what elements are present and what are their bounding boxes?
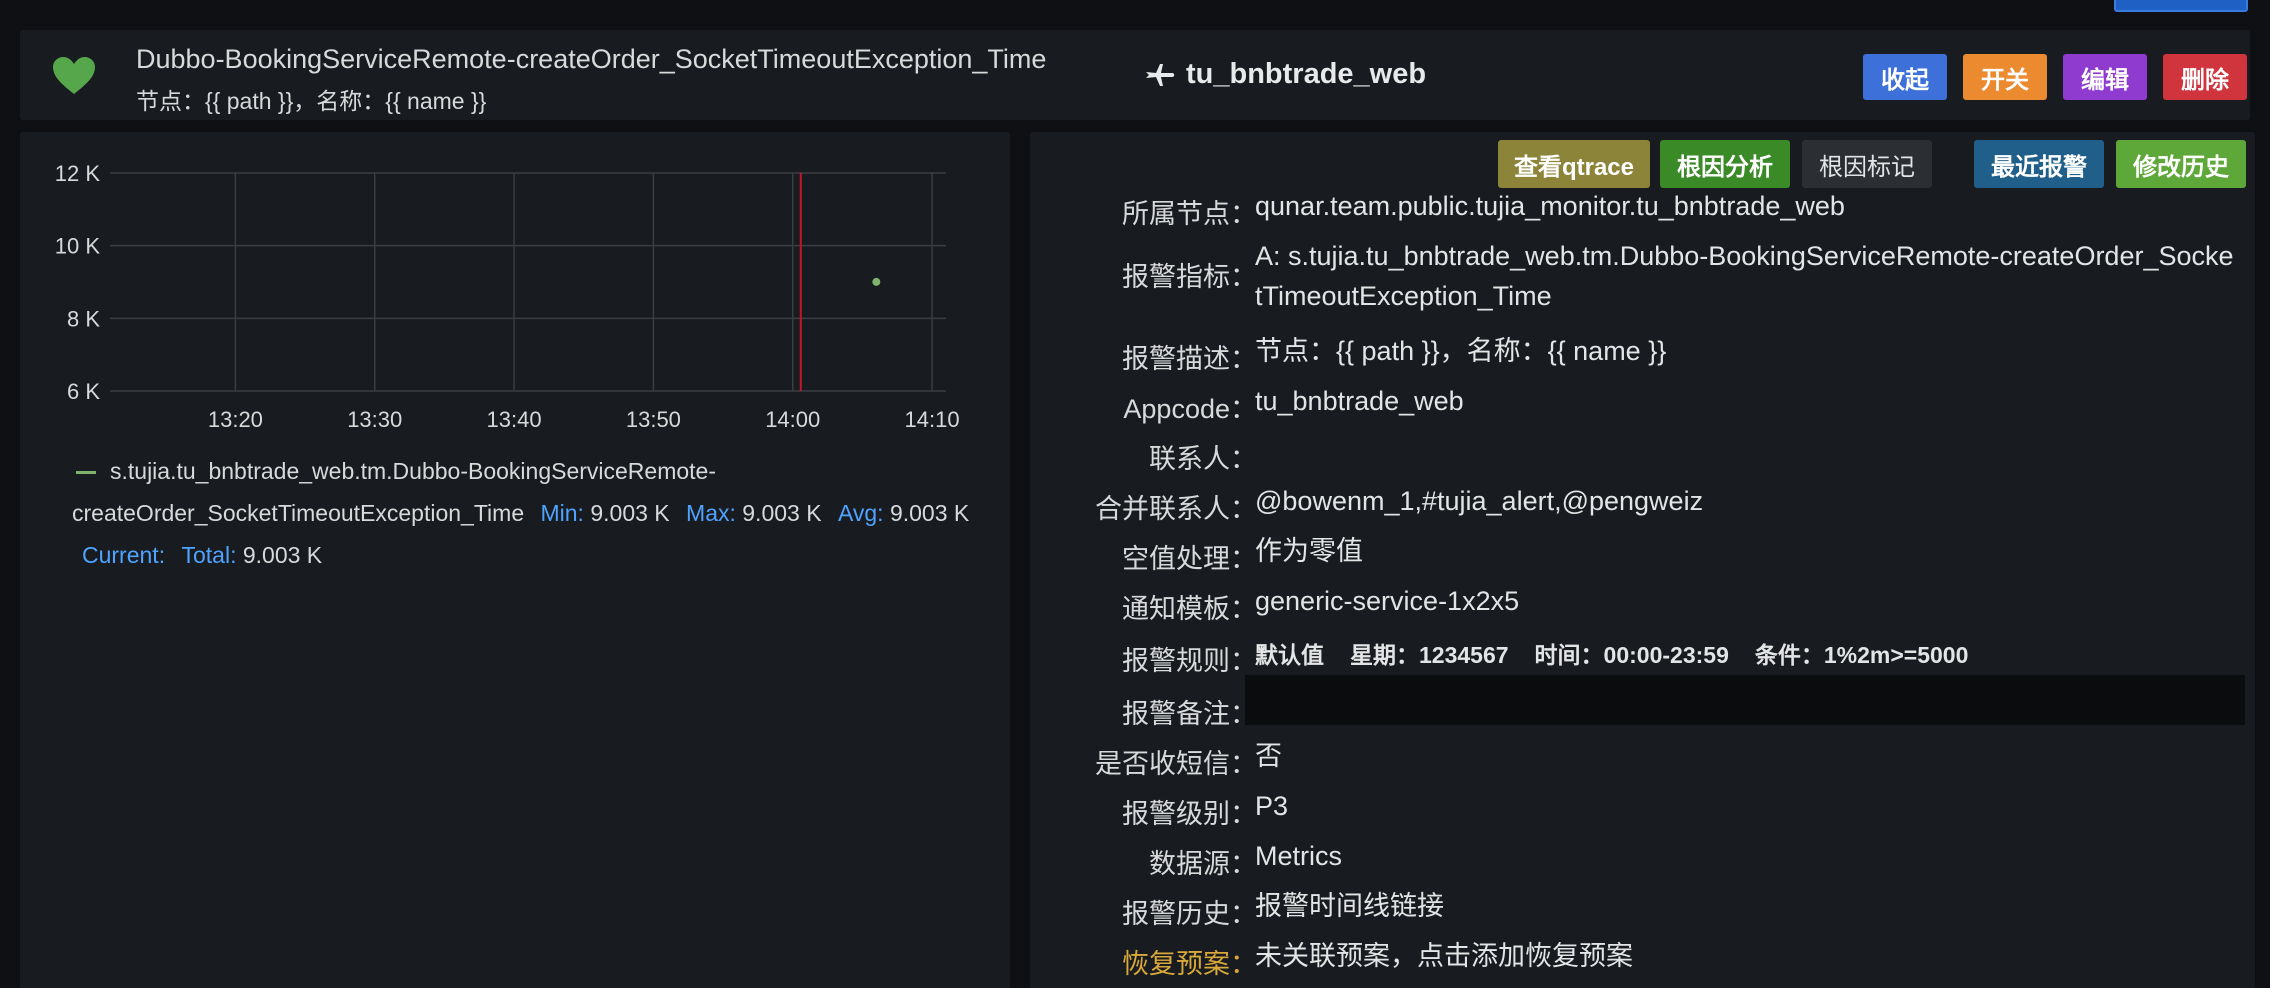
node-label: 所属节点：: [1122, 199, 1257, 229]
x-tick-label: 13:30: [347, 407, 402, 432]
recovery-link[interactable]: 未关联预案，点击添加恢复预案: [1255, 936, 1633, 976]
y-tick-label: 6 K: [67, 379, 100, 404]
root-mark-button[interactable]: 根因标记: [1802, 140, 1932, 188]
alert-title: Dubbo-BookingServiceRemote-createOrder_S…: [136, 44, 1047, 74]
detail-panel: 查看qtrace 根因分析 根因标记 最近报警 修改历史 所属节点： qunar…: [1030, 132, 2255, 988]
level-value: P3: [1255, 791, 1289, 821]
legend-current-label: Current:: [82, 542, 166, 568]
legend-min-label: Min:: [540, 500, 584, 526]
x-tick-label: 13:50: [626, 407, 681, 432]
collapse-button[interactable]: 收起: [1863, 54, 1947, 100]
null-handling-label: 空值处理：: [1122, 544, 1257, 574]
rule-label: 报警规则：: [1122, 646, 1257, 676]
toggle-button[interactable]: 开关: [1963, 54, 2047, 100]
appcode-label: Appcode：: [1123, 394, 1257, 424]
metric-value: A: s.tujia.tu_bnbtrade_web.tm.Dubbo-Book…: [1255, 241, 2234, 311]
description-value: 节点：{{ path }}，名称：{{ name }}: [1255, 336, 1667, 366]
chart-legend: s.tujia.tu_bnbtrade_web.tm.Dubbo-Booking…: [72, 450, 1002, 576]
sms-label: 是否收短信：: [1095, 749, 1257, 779]
appcode-value: tu_bnbtrade_web: [1255, 386, 1464, 416]
recovery-label: 恢复预案：: [1122, 949, 1257, 979]
legend-avg-value: 9.003 K: [889, 500, 970, 526]
y-tick-label: 8 K: [67, 306, 100, 331]
datasource-label: 数据源：: [1149, 849, 1257, 879]
edit-button[interactable]: 编辑: [2063, 54, 2147, 100]
y-tick-label: 10 K: [55, 234, 101, 259]
modify-history-button[interactable]: 修改历史: [2116, 140, 2246, 188]
graph-panel: 6 K 8 K 10 K 12 K 13:20 13:30 13:40 13:50 14:00 1…: [20, 132, 1010, 988]
rule-time: 时间：00:00-23:59: [1534, 642, 1729, 668]
legend-avg-label: Avg:: [837, 500, 884, 526]
note-label: 报警备注：: [1122, 699, 1257, 729]
legend-total-label: Total:: [181, 542, 237, 568]
alert-header: Dubbo-BookingServiceRemote-createOrder_S…: [20, 30, 2250, 120]
legend-max-label: Max:: [686, 500, 736, 526]
rule-value: 默认值 星期：1234567 时间：00:00-23:59 条件：1%2m>=5000: [1255, 635, 2240, 675]
recent-alerts-button[interactable]: 最近报警: [1974, 140, 2104, 188]
notify-template-value: generic-service-1x2x5: [1255, 586, 1520, 616]
datasource-value: Metrics: [1255, 841, 1342, 871]
rule-week: 星期：1234567: [1350, 642, 1509, 668]
notify-template-label: 通知模板：: [1122, 594, 1257, 624]
metric-chart: 6 K 8 K 10 K 12 K 13:20 13:30 13:40 13:50 14:00 1…: [55, 161, 960, 432]
legend-max-value: 9.003 K: [742, 500, 822, 526]
level-label: 报警级别：: [1122, 799, 1257, 829]
root-cause-button[interactable]: 根因分析: [1660, 140, 1790, 188]
x-tick-label: 14:00: [765, 407, 820, 432]
delete-button[interactable]: 删除: [2163, 54, 2247, 100]
x-tick-label: 14:10: [905, 407, 960, 432]
merged-contact-value: @bowenm_1,#tujia_alert,@pengweiz: [1255, 486, 1704, 516]
rule-condition: 条件：1%2m>=5000: [1754, 642, 1969, 668]
contact-label: 联系人：: [1149, 444, 1257, 474]
rule-default: 默认值: [1255, 642, 1324, 668]
null-handling-value: 作为零值: [1255, 536, 1363, 566]
description-label: 报警描述：: [1122, 344, 1257, 374]
sms-value: 否: [1255, 741, 1282, 771]
app-name: tu_bnbtrade_web: [1144, 58, 1426, 91]
history-link[interactable]: 报警时间线链接: [1255, 886, 1444, 926]
heart-icon: [53, 57, 95, 94]
plane-icon: [1146, 63, 1175, 86]
history-label: 报警历史：: [1122, 899, 1257, 929]
node-value: qunar.team.public.tujia_monitor.tu_bnbtr…: [1255, 191, 1845, 221]
top-edge-button[interactable]: [2114, 0, 2248, 12]
app-name-text: tu_bnbtrade_web: [1186, 58, 1427, 90]
x-tick-label: 13:40: [487, 407, 542, 432]
series-swatch: [76, 471, 96, 475]
legend-total-value: 9.003 K: [242, 542, 323, 568]
note-field[interactable]: [1245, 675, 2245, 725]
qtrace-button[interactable]: 查看qtrace: [1498, 140, 1650, 188]
merged-contact-label: 合并联系人：: [1095, 494, 1257, 524]
data-point: [872, 277, 881, 286]
alert-subtitle: 节点：{{ path }}，名称：{{ name }}: [136, 88, 487, 114]
metric-label: 报警指标：: [1122, 262, 1257, 292]
legend-min-value: 9.003 K: [590, 500, 670, 526]
y-tick-label: 12 K: [55, 161, 101, 186]
x-tick-label: 13:20: [208, 407, 263, 432]
